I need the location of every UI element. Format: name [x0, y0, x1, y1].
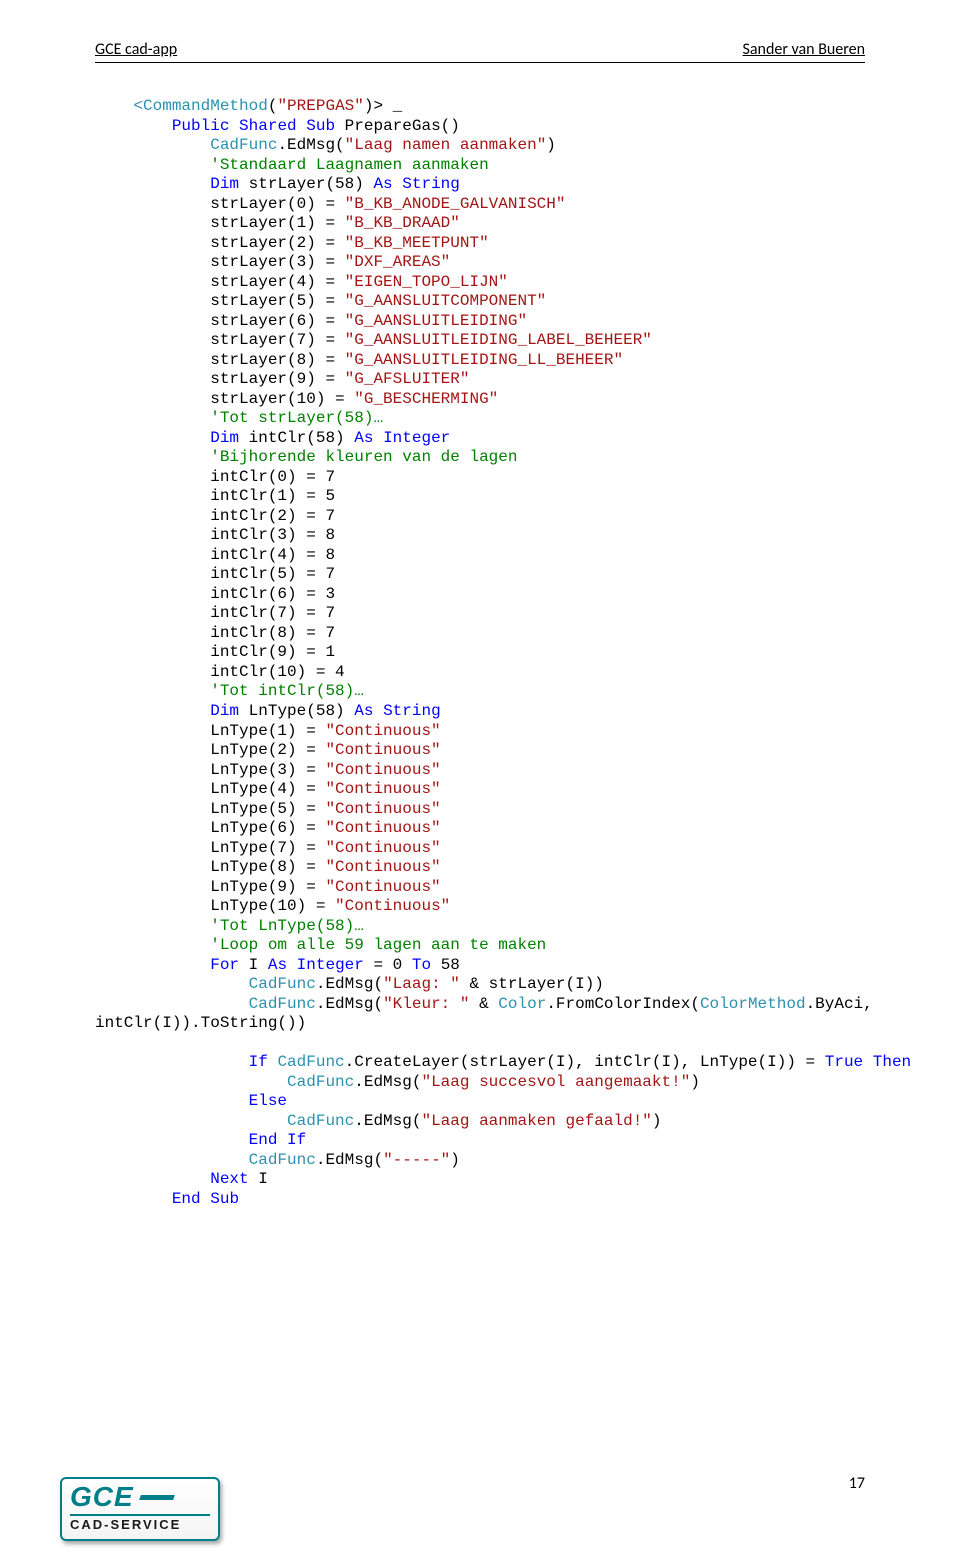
logo-gce: GCE CAD-SERVICE — [60, 1477, 220, 1541]
document-page: GCE cad-app Sander van Bueren <CommandMe… — [0, 0, 960, 1563]
logo-divider — [70, 1514, 210, 1516]
logo-dash-icon — [139, 1495, 175, 1500]
logo-line1: GCE — [70, 1484, 210, 1511]
logo-line2: CAD-SERVICE — [70, 1517, 210, 1532]
page-number: 17 — [849, 1474, 865, 1493]
header-left: GCE cad-app — [95, 40, 177, 59]
page-header: GCE cad-app Sander van Bueren — [95, 40, 865, 63]
code-block: <CommandMethod("PREPGAS")> _ Public Shar… — [95, 97, 865, 1209]
header-right: Sander van Bueren — [743, 40, 865, 59]
